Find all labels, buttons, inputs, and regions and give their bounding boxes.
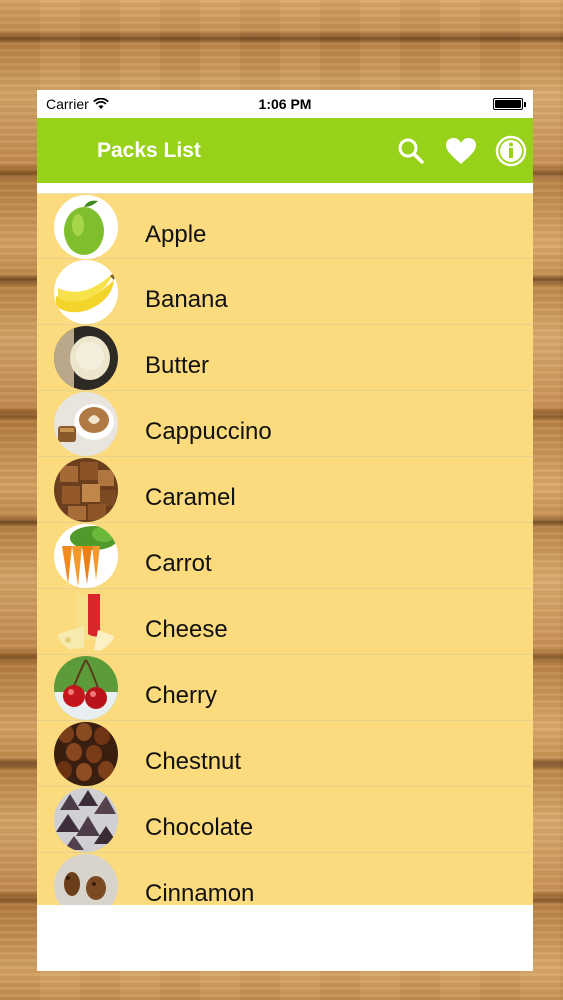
list-item-cherry[interactable]: Cherry	[37, 655, 533, 721]
apple-thumbnail	[54, 195, 118, 259]
list-item-label: Cherry	[145, 682, 218, 709]
banana-thumbnail	[54, 260, 118, 324]
list-item-label: Caramel	[145, 484, 236, 511]
carrot-thumbnail	[54, 524, 118, 588]
list-item-cinnamon[interactable]: Cinnamon	[37, 853, 533, 905]
list-item-cappuccino[interactable]: Cappuccino	[37, 391, 533, 457]
list-item-label: Chestnut	[145, 748, 242, 775]
list-item-butter[interactable]: Butter	[37, 325, 533, 391]
list-item-label: Apple	[145, 221, 207, 248]
chocolate-thumbnail	[54, 788, 118, 852]
cheese-thumbnail	[54, 590, 118, 654]
heart-icon[interactable]	[445, 135, 477, 167]
cherry-thumbnail	[54, 656, 118, 720]
cappuccino-thumbnail	[54, 392, 118, 456]
search-icon[interactable]	[395, 135, 427, 167]
list-item-chestnut[interactable]: Chestnut	[37, 721, 533, 787]
header-separator	[37, 183, 533, 194]
list-item-label: Carrot	[145, 550, 212, 577]
status-bar: Carrier 1:06 PM	[37, 90, 533, 118]
list-item-label: Banana	[145, 286, 228, 313]
battery-icon	[493, 98, 526, 110]
list-item-cheese[interactable]: Cheese	[37, 589, 533, 655]
butter-thumbnail	[54, 326, 118, 390]
status-time: 1:06 PM	[258, 96, 312, 112]
page-title: Packs List	[97, 139, 201, 162]
list-item-carrot[interactable]: Carrot	[37, 523, 533, 589]
app-screen: Carrier 1:06 PM Packs List Apple Banana …	[37, 90, 533, 971]
packs-list[interactable]: Apple Banana Butter Cappuccino Caramel C…	[37, 194, 533, 905]
list-item-label: Cinnamon	[145, 880, 255, 905]
chestnut-thumbnail	[54, 722, 118, 786]
list-item-label: Butter	[145, 352, 210, 379]
bottom-blank-area	[37, 905, 533, 971]
list-item-label: Cappuccino	[145, 418, 272, 445]
list-item-label: Cheese	[145, 616, 228, 643]
navigation-bar: Packs List	[37, 118, 533, 183]
caramel-thumbnail	[54, 458, 118, 522]
list-item-chocolate[interactable]: Chocolate	[37, 787, 533, 853]
list-item-apple[interactable]: Apple	[37, 194, 533, 259]
list-item-banana[interactable]: Banana	[37, 259, 533, 325]
list-item-label: Chocolate	[145, 814, 254, 841]
cinnamon-thumbnail	[54, 854, 118, 905]
list-item-caramel[interactable]: Caramel	[37, 457, 533, 523]
info-icon[interactable]	[495, 135, 527, 167]
